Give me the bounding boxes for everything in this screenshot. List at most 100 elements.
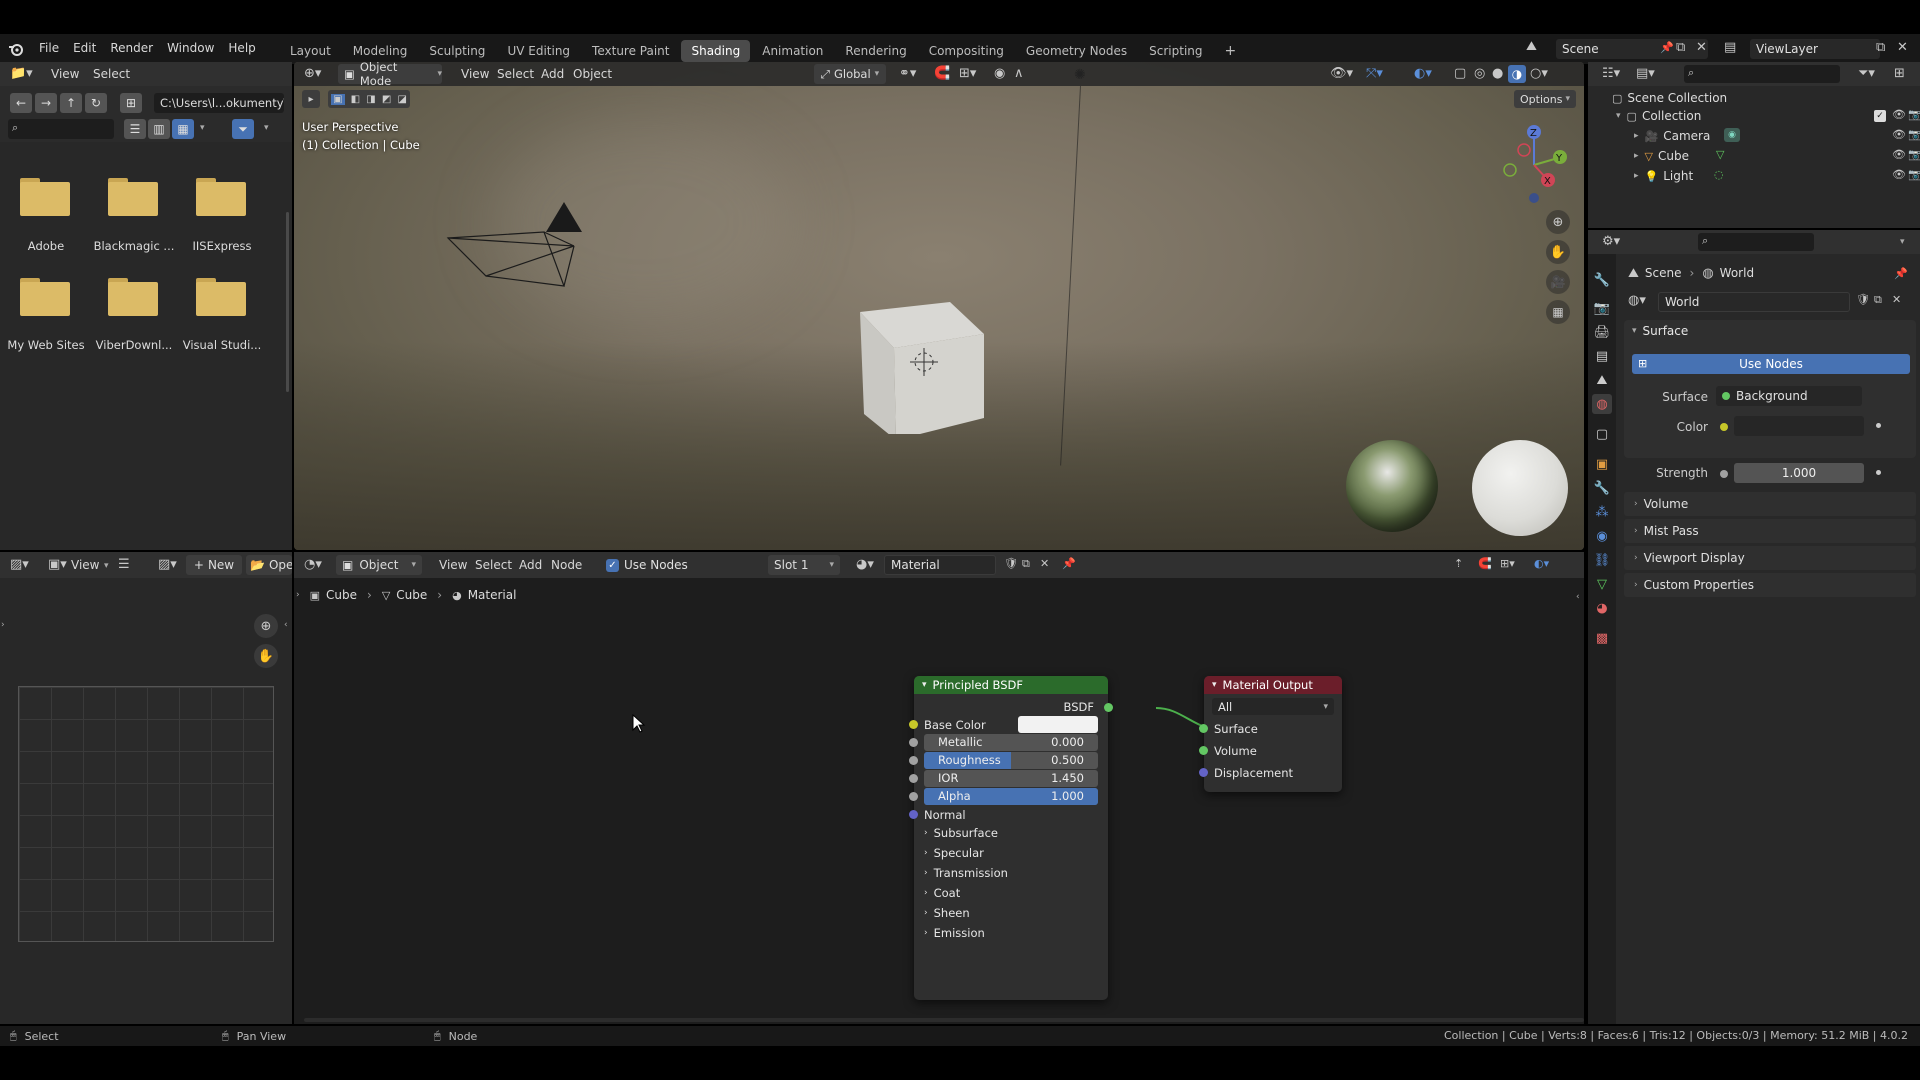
base-color-swatch[interactable]	[1018, 716, 1098, 733]
parent-dir-icon[interactable]: ↑	[60, 93, 82, 113]
snap-icon[interactable]: 🧲	[1478, 558, 1492, 569]
menu-help[interactable]: Help	[221, 41, 262, 55]
new-scene-icon[interactable]: ⧉	[1676, 41, 1685, 54]
viewport-display-panel[interactable]: › Viewport Display	[1624, 546, 1916, 570]
render-tab-icon[interactable]: 📷	[1592, 298, 1612, 318]
duplicate-icon[interactable]: ⧉	[1022, 558, 1030, 569]
view-layer-tab-icon[interactable]: ▤	[1592, 346, 1612, 366]
snap-target-icon[interactable]: ⊞▾	[959, 67, 976, 80]
tab-compositing[interactable]: Compositing	[919, 40, 1014, 62]
new-folder-icon[interactable]: ⊞	[120, 93, 142, 113]
world-tab-icon[interactable]: ◍	[1592, 394, 1612, 414]
volume-panel[interactable]: › Volume	[1624, 492, 1916, 516]
constraints-tab-icon[interactable]: ⛓	[1592, 550, 1612, 570]
folder-item[interactable]	[108, 178, 158, 238]
pan-hand-icon[interactable]: ✋	[1546, 240, 1570, 264]
unlink-icon[interactable]: ✕	[1892, 294, 1901, 305]
tree-row-camera[interactable]: ▸ 🎥 Camera ◉ 👁 📷	[1634, 126, 1920, 146]
light-data-icon[interactable]: ◌	[1714, 169, 1724, 180]
alpha-slider[interactable]: Alpha 1.000	[924, 788, 1098, 805]
fb-menu-view[interactable]: View	[44, 67, 86, 81]
cube-object[interactable]	[854, 294, 994, 434]
volume-input-socket[interactable]	[1199, 746, 1208, 755]
camera-object[interactable]	[444, 202, 614, 322]
horizontal-scrollbar[interactable]	[304, 1018, 1584, 1022]
fb-search-input[interactable]: ⌕	[8, 119, 114, 139]
display-mode-icon[interactable]: ▤▾	[1636, 67, 1655, 80]
camera-render-icon[interactable]: 📷	[1908, 149, 1920, 160]
uv-grid[interactable]	[18, 686, 274, 942]
scene-tab-icon[interactable]: ⛰	[1592, 370, 1612, 390]
snap-icon[interactable]: 🧲	[934, 67, 950, 80]
tool-tab-icon[interactable]: 🔧	[1592, 270, 1612, 290]
collapse-chevron-icon[interactable]: ▾	[1212, 680, 1217, 690]
wireframe-shading-icon[interactable]: ◎	[1474, 67, 1485, 80]
menu-render[interactable]: Render	[103, 41, 160, 55]
editor-type-icon[interactable]: ▨▾	[10, 558, 29, 571]
refresh-icon[interactable]: ↻	[85, 93, 107, 113]
roughness-slider[interactable]: Roughness 0.500	[924, 752, 1098, 769]
subsurface-section[interactable]: › Subsurface	[924, 824, 998, 842]
editor-type-icon[interactable]: ⚙▾	[1602, 235, 1620, 248]
tab-layout[interactable]: Layout	[280, 40, 341, 62]
unlink-icon[interactable]: ✕	[1040, 558, 1049, 569]
xray-icon[interactable]: ▢	[1454, 67, 1466, 80]
custom-properties-panel[interactable]: › Custom Properties	[1624, 573, 1916, 597]
filter-icon[interactable]: ⏷	[232, 119, 254, 139]
mode-dropdown[interactable]: ▣ Object Mode ▾	[338, 62, 442, 88]
pin-icon[interactable]: 📌	[1062, 558, 1076, 569]
viewport-3d[interactable]: ⊕▾ ▣ Object Mode ▾ View Select Add Objec…	[294, 62, 1584, 550]
material-name-field[interactable]: Material	[884, 555, 996, 575]
tab-modeling[interactable]: Modeling	[343, 40, 418, 62]
ie-menu-view[interactable]: View	[64, 558, 106, 572]
world-browse-icon[interactable]: ◍▾	[1628, 294, 1646, 307]
forward-arrow-icon[interactable]: →	[35, 93, 57, 113]
falloff-icon[interactable]: ∧	[1014, 67, 1024, 80]
fake-user-icon[interactable]: 🛡	[1004, 558, 1018, 569]
modifier-tab-icon[interactable]: 🔧	[1592, 478, 1612, 498]
proportional-edit-icon[interactable]: ◉	[994, 67, 1005, 80]
solid-shading-icon[interactable]: ●	[1492, 67, 1503, 80]
overlays-icon[interactable]: ◐▾	[1414, 67, 1432, 80]
thumbnails-icon[interactable]: ▦	[172, 119, 194, 139]
options-dropdown[interactable]: Options ▾	[1514, 90, 1576, 108]
gizmo-toggle-icon[interactable]: ⤧▾	[1366, 67, 1383, 80]
object-tab-icon[interactable]: ▣	[1592, 454, 1612, 474]
parent-node-tree-icon[interactable]: ⇡	[1454, 558, 1463, 569]
data-tab-icon[interactable]: ▽	[1592, 574, 1612, 594]
color-socket-icon[interactable]	[1720, 423, 1728, 431]
ior-socket[interactable]	[909, 774, 918, 783]
expand-chevron-icon[interactable]: ▾	[1616, 111, 1621, 121]
metallic-slider[interactable]: Metallic 0.000	[924, 734, 1098, 751]
tree-row-collection[interactable]: ▾ ▢ Collection ✓ 👁 📷	[1616, 106, 1920, 126]
output-tab-icon[interactable]: 🖨	[1592, 322, 1612, 342]
menu-window[interactable]: Window	[160, 41, 221, 55]
strength-socket-icon[interactable]	[1720, 470, 1728, 478]
open-image-button[interactable]: 📂 Ope	[246, 555, 292, 575]
delete-view-layer-icon[interactable]: ✕	[1897, 41, 1908, 54]
camera-render-icon[interactable]: 📷	[1908, 169, 1920, 180]
keyframe-dot-icon[interactable]	[1876, 470, 1881, 475]
material-tab-icon[interactable]: ◕	[1592, 598, 1612, 618]
use-nodes-toggle[interactable]: ✓ Use Nodes	[606, 558, 688, 572]
particles-tab-icon[interactable]: ⁂	[1592, 502, 1612, 522]
toolbar-expand-icon[interactable]: ›	[296, 590, 300, 600]
slot-dropdown[interactable]: Slot 1 ▾	[768, 555, 840, 575]
folder-item[interactable]	[20, 178, 70, 238]
sidebar-expand-icon[interactable]: ‹	[1576, 592, 1580, 602]
base-color-socket[interactable]	[909, 720, 918, 729]
zoom-icon[interactable]: ⊕	[254, 614, 278, 638]
overlays-icon[interactable]: ◐▾	[1534, 558, 1549, 569]
select-intersect-icon[interactable]: ◪	[397, 94, 406, 105]
vp-menu-object[interactable]: Object	[566, 67, 619, 81]
physics-tab-icon[interactable]: ◉	[1592, 526, 1612, 546]
tab-uv-editing[interactable]: UV Editing	[497, 40, 580, 62]
tree-row-light[interactable]: ▸ 💡 Light ◌ 👁 📷	[1634, 166, 1920, 186]
camera-view-icon[interactable]: 🎥	[1546, 270, 1570, 294]
principled-bsdf-node[interactable]: ▾ Principled BSDF BSDF Base Color Metall…	[909, 676, 1113, 1000]
expand-chevron-icon[interactable]: ▸	[1634, 151, 1639, 161]
world-name-field[interactable]: World	[1658, 292, 1850, 312]
visibility-icon[interactable]: 👁▾	[1330, 67, 1353, 80]
properties-search-input[interactable]: ⌕	[1698, 233, 1814, 251]
select-subtract-icon[interactable]: ◨	[366, 94, 375, 105]
